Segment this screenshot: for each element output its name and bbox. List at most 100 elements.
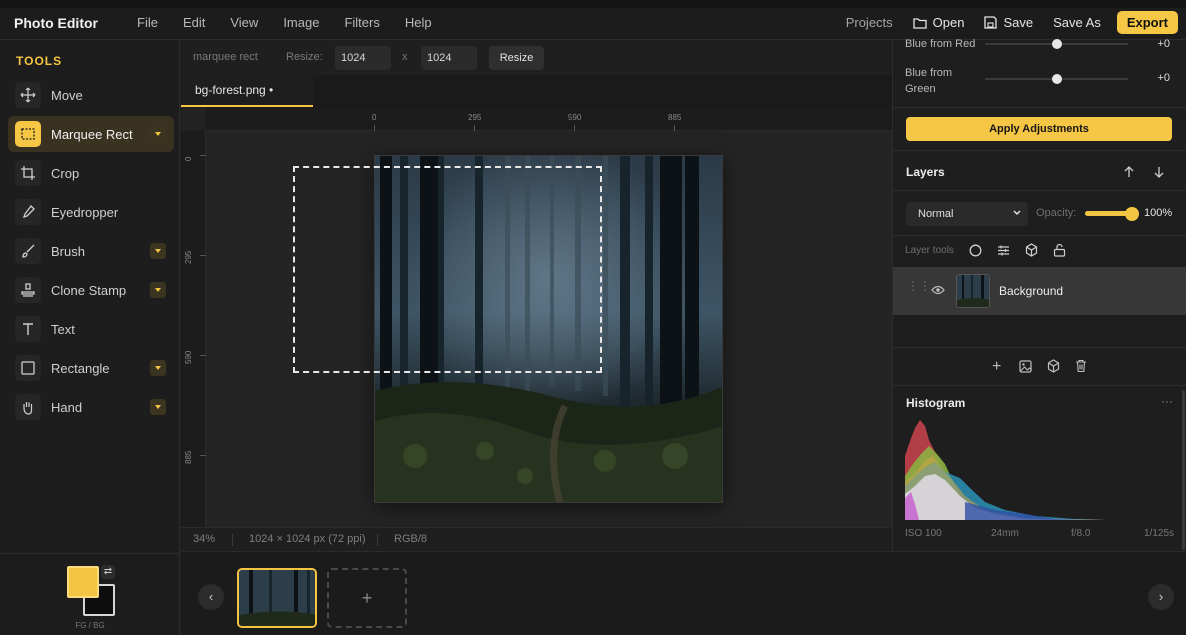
- swap-colors-icon[interactable]: ⇄: [101, 565, 115, 579]
- zoom-level: 34%: [193, 533, 216, 545]
- filmstrip-thumbnail[interactable]: [237, 568, 317, 628]
- move-layer-up-icon[interactable]: [1123, 166, 1135, 178]
- ruler-label: 885: [668, 113, 682, 122]
- image-icon[interactable]: [1019, 360, 1032, 373]
- save-as-button[interactable]: Save As: [1053, 15, 1101, 30]
- apply-adjustments-button[interactable]: Apply Adjustments: [906, 117, 1172, 141]
- open-button[interactable]: Open: [913, 15, 964, 30]
- move-layer-down-icon[interactable]: [1153, 166, 1165, 178]
- slider-knob[interactable]: [1052, 39, 1062, 49]
- tool-move[interactable]: Move: [8, 77, 174, 113]
- tool-hand[interactable]: Hand: [8, 389, 174, 425]
- opacity-slider-knob[interactable]: [1125, 207, 1139, 221]
- tools-sidebar: TOOLS Move Marquee Rect Crop Eyedropper …: [0, 40, 180, 635]
- chevron-down-icon: [1013, 210, 1021, 216]
- tool-options-caret[interactable]: [150, 360, 166, 376]
- menu-help[interactable]: Help: [405, 15, 432, 30]
- canvas-workspace[interactable]: [206, 131, 892, 527]
- menu-filters[interactable]: Filters: [344, 15, 379, 30]
- ruler-label: 0: [372, 113, 377, 122]
- menu-bar: File Edit View Image Filters Help: [137, 15, 457, 30]
- ruler-label: 295: [184, 250, 193, 264]
- floppy-disk-icon: [984, 16, 998, 29]
- cube-icon[interactable]: [1025, 243, 1038, 257]
- opacity-value: 100%: [1144, 207, 1173, 219]
- adjustment-value: +0: [1157, 38, 1170, 50]
- add-layer-icon[interactable]: +: [992, 358, 1001, 376]
- tool-marquee-rect[interactable]: Marquee Rect: [8, 116, 174, 152]
- menu-file[interactable]: File: [137, 15, 158, 30]
- add-image-button[interactable]: +: [327, 568, 407, 628]
- tool-options-bar: marquee rect Resize: 1024 x 1024 Resize: [181, 40, 892, 75]
- horizontal-ruler: 0 295 590 885: [206, 107, 892, 131]
- brush-icon: [15, 238, 41, 264]
- layer-thumbnail: [956, 274, 990, 308]
- tool-label: Move: [51, 87, 83, 103]
- menu-image[interactable]: Image: [283, 15, 319, 30]
- tool-crop[interactable]: Crop: [8, 155, 174, 191]
- blend-mode-select[interactable]: Normal: [906, 202, 1028, 226]
- projects-button[interactable]: Projects: [846, 15, 893, 30]
- tool-rectangle[interactable]: Rectangle: [8, 350, 174, 386]
- slider-knob[interactable]: [1052, 74, 1062, 84]
- tool-eyedropper[interactable]: Eyedropper: [8, 194, 174, 230]
- canvas-area: 0 295 590 885 0 295 590 885: [181, 107, 892, 527]
- adjustment-label: Blue from Green: [905, 67, 953, 95]
- save-button[interactable]: Save: [984, 15, 1033, 30]
- foreground-color-swatch[interactable]: [67, 566, 99, 598]
- opacity-label: Opacity:: [1036, 207, 1077, 219]
- rectangle-icon: [15, 355, 41, 381]
- ruler-label: 885: [184, 450, 193, 464]
- tool-label: Eyedropper: [51, 204, 119, 220]
- tools-title: TOOLS: [16, 54, 63, 68]
- cube-icon[interactable]: [1047, 359, 1060, 373]
- tool-label: Text: [51, 321, 75, 337]
- menu-edit[interactable]: Edit: [183, 15, 205, 30]
- filmstrip-next-button[interactable]: ›: [1148, 584, 1174, 610]
- text-icon: [15, 316, 41, 342]
- tool-options-caret[interactable]: [150, 399, 166, 415]
- eye-icon[interactable]: [931, 285, 945, 295]
- histogram-more-icon[interactable]: ···: [1161, 394, 1173, 408]
- projects-label: Projects: [845, 15, 893, 30]
- marquee-rect-icon: [15, 121, 41, 147]
- unlock-icon[interactable]: [1053, 243, 1066, 257]
- filmstrip-prev-button[interactable]: ‹: [198, 584, 224, 610]
- height-input[interactable]: 1024: [421, 46, 477, 70]
- blend-mode-value: Normal: [918, 208, 954, 220]
- ruler-label: 0: [184, 156, 193, 161]
- fg-bg-label: FG / BG: [75, 621, 105, 630]
- histogram-title: Histogram: [906, 396, 966, 410]
- top-actions: Projects Open Save Save As Export: [826, 11, 1178, 34]
- folder-icon: [913, 17, 927, 29]
- filmstrip: ‹ + ›: [181, 551, 1186, 635]
- marquee-selection[interactable]: [293, 166, 602, 373]
- tool-label: Brush: [51, 243, 85, 259]
- tool-options-caret[interactable]: [150, 282, 166, 298]
- layer-row-background[interactable]: ⋮⋮ Background: [893, 267, 1186, 315]
- tool-brush[interactable]: Brush: [8, 233, 174, 269]
- tool-label: Hand: [51, 399, 83, 415]
- resize-button[interactable]: Resize: [489, 46, 544, 70]
- tab-bg-forest[interactable]: bg-forest.png •: [181, 75, 313, 107]
- app-title: Photo Editor: [14, 15, 98, 31]
- panel-scrollbar[interactable]: [1182, 390, 1185, 550]
- exif-aperture: f/8.0: [1071, 528, 1091, 539]
- hand-icon: [15, 394, 41, 420]
- tool-options-caret[interactable]: [150, 126, 166, 142]
- adjust-sliders-icon[interactable]: [997, 244, 1010, 257]
- tool-clone-stamp[interactable]: Clone Stamp: [8, 272, 174, 308]
- layer-name[interactable]: Background: [999, 284, 1063, 298]
- trash-icon[interactable]: [1075, 359, 1087, 373]
- tool-options-caret[interactable]: [150, 243, 166, 259]
- export-button[interactable]: Export: [1116, 11, 1178, 34]
- exif-focal-length: 24mm: [991, 528, 1019, 539]
- mask-circle-icon[interactable]: [969, 244, 982, 257]
- drag-handle-icon[interactable]: ⋮⋮: [907, 280, 931, 292]
- tool-text[interactable]: Text: [8, 311, 174, 347]
- menu-view[interactable]: View: [230, 15, 258, 30]
- move-icon: [15, 82, 41, 108]
- color-swatches: ⇄ FG / BG: [0, 553, 180, 635]
- width-input[interactable]: 1024: [335, 46, 391, 70]
- tool-label: Marquee Rect: [51, 126, 133, 142]
